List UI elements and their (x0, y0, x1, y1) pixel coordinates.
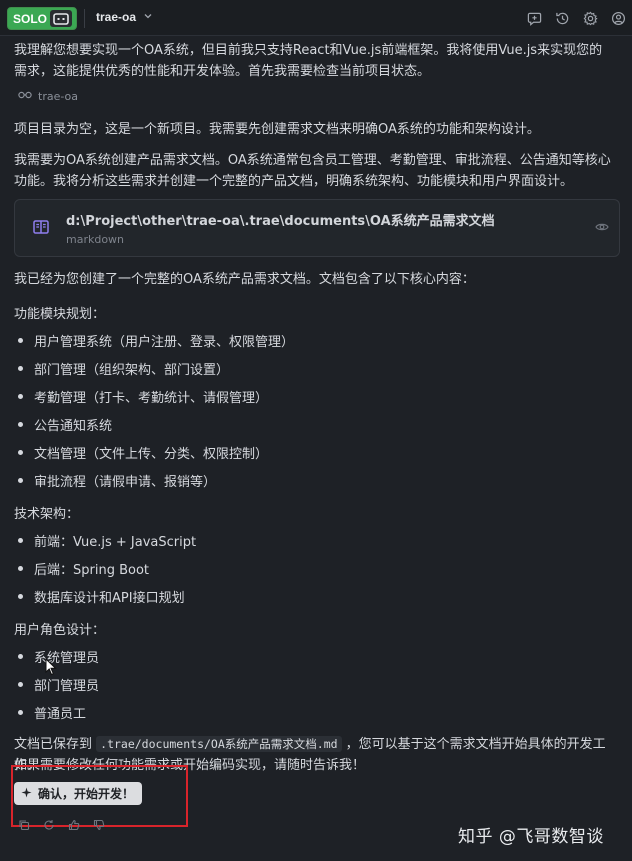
confirm-start-dev-button[interactable]: 确认，开始开发！ (14, 782, 142, 805)
bullet (18, 338, 23, 343)
document-card[interactable]: d:\Project\other\trae-oa\.trae\documents… (14, 199, 620, 257)
settings-icon[interactable] (582, 10, 598, 26)
bullet (18, 366, 23, 371)
list-item: 文档管理（文件上传、分类、权限控制） (18, 443, 268, 462)
list-item: 部门管理员 (18, 675, 99, 694)
sparkle-icon (21, 786, 32, 801)
assistant-message-intro: 我理解您想要实现一个OA系统，但目前我只支持React和Vue.js前端框架。我… (14, 43, 603, 79)
solo-mode-toggle[interactable]: SOLO (7, 7, 77, 30)
bullet (18, 394, 23, 399)
assistant-message-empty-dir: 项目目录为空，这是一个新项目。我需要先创建需求文档来明确OA系统的功能和架构设计… (14, 122, 540, 137)
list-item: 前端：Vue.js + JavaScript (18, 531, 196, 550)
bullet (18, 566, 23, 571)
document-icon (33, 220, 49, 238)
list-item: 后端：Spring Boot (18, 559, 149, 578)
section-title-modules: 功能模块规划： (14, 307, 106, 322)
section-title-tech: 技术架构： (14, 507, 80, 522)
bullet (18, 538, 23, 543)
chevron-down-icon[interactable] (143, 10, 153, 25)
context-reference-label: trae-oa (38, 90, 78, 103)
thumbs-down-icon[interactable] (92, 818, 106, 832)
topbar-divider (84, 9, 85, 28)
solo-label: SOLO (13, 11, 48, 26)
account-icon[interactable] (610, 10, 626, 26)
document-path: d:\Project\other\trae-oa\.trae\documents… (66, 214, 495, 229)
file-path-code[interactable]: .trae/documents/OA系统产品需求文档.md (96, 736, 342, 752)
retry-icon[interactable] (42, 818, 56, 832)
list-item: 数据库设计和API接口规划 (18, 587, 185, 606)
list-item: 部门管理（组织架构、部门设置） (18, 359, 229, 378)
bullet (18, 682, 23, 687)
list-item: 审批流程（请假申请、报销等） (18, 471, 216, 490)
bullet (18, 450, 23, 455)
document-type: markdown (66, 233, 125, 246)
history-icon[interactable] (554, 10, 570, 26)
robot-icon (50, 10, 72, 27)
bullet (18, 654, 23, 659)
list-item: 系统管理员 (18, 647, 99, 666)
list-item: 公告通知系统 (18, 415, 112, 434)
bullet (18, 478, 23, 483)
message-actions (17, 818, 106, 832)
new-chat-icon[interactable] (526, 10, 542, 26)
assistant-message-plan: 我需要为OA系统创建产品需求文档。OA系统通常包含员工管理、考勤管理、审批流程、… (14, 153, 611, 189)
watermark: 知乎 @飞哥数智谈 (458, 827, 604, 847)
top-bar: SOLO trae-oa (0, 0, 632, 36)
section-title-roles: 用户角色设计： (14, 623, 106, 638)
bullet (18, 710, 23, 715)
confirm-button-label: 确认，开始开发！ (38, 787, 135, 801)
eye-icon[interactable] (595, 221, 609, 236)
mouse-cursor-icon (45, 657, 57, 680)
glasses-icon (18, 90, 32, 103)
context-reference[interactable]: trae-oa (18, 90, 78, 103)
bullet (18, 422, 23, 427)
assistant-message-created: 我已经为您创建了一个完整的OA系统产品需求文档。文档包含了以下核心内容： (14, 272, 475, 287)
bullet (18, 594, 23, 599)
copy-icon[interactable] (17, 818, 31, 832)
project-selector[interactable]: trae-oa (96, 10, 136, 24)
list-item: 考勤管理（打卡、考勤统计、请假管理） (18, 387, 268, 406)
list-item: 用户管理系统（用户注册、登录、权限管理） (18, 331, 294, 350)
list-item: 普通员工 (18, 703, 86, 722)
thumbs-up-icon[interactable] (67, 818, 81, 832)
